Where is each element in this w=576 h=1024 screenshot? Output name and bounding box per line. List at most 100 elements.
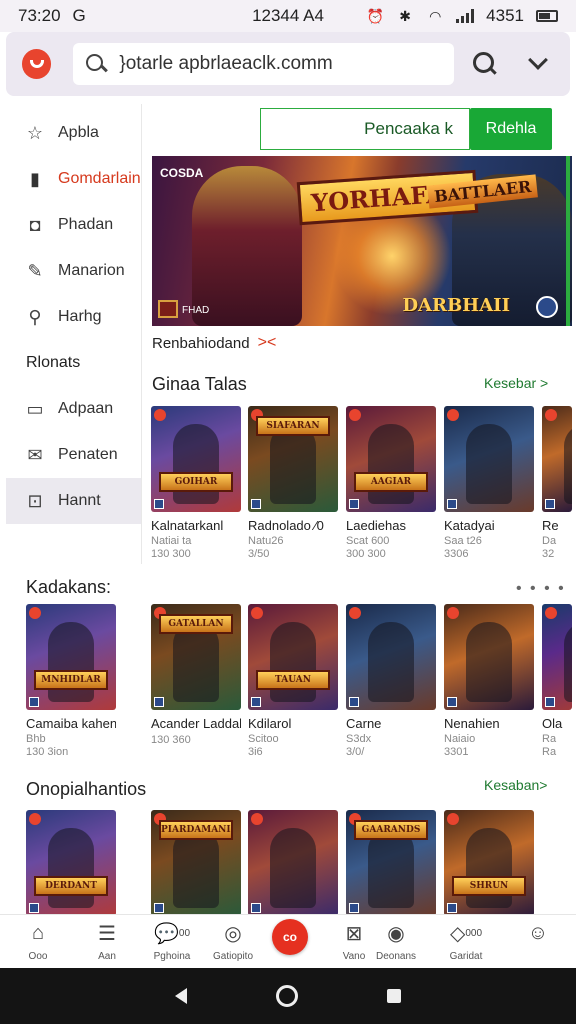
banner-logo-bottom: DARBHAII <box>402 295 510 316</box>
tag-icon: ⊡ <box>27 490 43 511</box>
banner-caption-text: Renbahiodand <box>152 334 250 352</box>
package-field[interactable]: Pencaaka k <box>260 108 470 150</box>
game-tile[interactable]: AAGIAR Laediehas Scat 600 300 300 <box>346 406 436 560</box>
publisher-badge-icon <box>447 409 459 421</box>
game-tile[interactable]: Nenahien Naiaio 3301 <box>444 604 534 758</box>
pen-icon: ✎ <box>27 260 43 281</box>
sidebar-item-hannt[interactable]: ⊡ Hannt <box>6 478 141 524</box>
sidebar-item-penaten[interactable]: ✉ Penaten <box>6 432 141 478</box>
folder-icon: ▮ <box>30 168 40 189</box>
game-tile[interactable]: GOIHAR Kalnatarkanl Natiai ta 130 300 <box>151 406 241 560</box>
sidebar-item-phadan[interactable]: ◘ Phadan <box>6 202 141 248</box>
recents-icon[interactable] <box>387 989 402 1003</box>
nav-item-profile[interactable]: ◉ Deonans <box>366 919 426 963</box>
game-title: Laediehas <box>346 518 406 533</box>
game-meta: Ra <box>542 746 557 758</box>
game-logo-plate: GOIHAR <box>159 472 233 492</box>
game-tile[interactable]: SHRUN <box>444 810 534 916</box>
rating-badge-icon <box>154 697 164 707</box>
game-thumbnail: GOIHAR <box>151 406 241 512</box>
browser-toolbar <box>6 32 570 96</box>
game-title: Kdilarol <box>248 716 292 731</box>
game-character-art <box>466 424 512 504</box>
game-tile[interactable]: Ola Ra Ra <box>542 604 572 758</box>
game-meta: 300 300 <box>346 548 386 560</box>
game-character-art <box>466 828 512 908</box>
game-subtitle: Scitoo <box>248 733 279 745</box>
game-subtitle: Natu26 <box>248 535 284 547</box>
sidebar-item-label: Gomdarlain <box>58 170 141 187</box>
more-dots-icon[interactable]: • • • • <box>516 580 566 598</box>
chat-icon: ▭ <box>26 398 44 419</box>
sidebar-item-manarion[interactable]: ✎ Manarion <box>6 248 141 294</box>
close-icon[interactable]: >< <box>258 334 277 352</box>
url-bar[interactable] <box>73 43 454 85</box>
alarm-icon: ⏰ <box>366 7 384 24</box>
game-tile[interactable]: TAUAN Kdilarol Scitoo 3i6 <box>248 604 338 758</box>
back-icon[interactable] <box>174 988 187 1004</box>
publisher-badge-icon <box>251 813 263 825</box>
install-button[interactable]: Rdehla <box>470 108 552 150</box>
nav-item-menu[interactable]: ☰ Aan <box>77 919 137 963</box>
nav-label: Deonans <box>375 951 417 962</box>
home-button-icon[interactable] <box>275 985 298 1007</box>
game-logo-plate: PIARDAMANIE <box>159 820 233 840</box>
game-tile[interactable]: GATALLAN Acander Laddahion 130 360 <box>151 604 241 746</box>
hero-banner[interactable]: COSDA YORHAFAR BATTLAER DARBHAII FHAD <box>152 156 572 326</box>
game-character-art <box>368 828 414 908</box>
search-button[interactable] <box>464 42 507 86</box>
game-tile[interactable]: Re Da 32 <box>542 406 572 560</box>
game-tile[interactable]: DERDANT <box>26 810 116 916</box>
sidebar-item-apbla[interactable]: ☆ Apbla <box>6 110 141 156</box>
game-title: Kalnatarkanl <box>151 518 224 533</box>
rating-badge-icon <box>545 697 555 707</box>
game-subtitle: Bhb <box>26 733 46 745</box>
game-tile[interactable]: SIAFARAN Radnolado ⁄0 Natu26 3/50 <box>248 406 338 560</box>
sidebar-item-gomdarlain[interactable]: ▮ Gomdarlain <box>6 156 141 202</box>
sidebar-item-adpaan[interactable]: ▭ Adpaan <box>6 386 141 432</box>
game-meta: 32 <box>542 548 555 560</box>
publisher-badge-icon <box>349 607 361 619</box>
sidebar-item-harhg[interactable]: ⚲ Harhg <box>6 294 141 340</box>
game-meta: 130 300 <box>151 548 191 560</box>
menu-icon: ☰ <box>98 922 116 945</box>
nav-item-home[interactable]: ⌂ Ooo <box>8 919 68 963</box>
game-thumbnail: SIAFARAN <box>248 406 338 512</box>
see-more-popular[interactable]: Kesaban> <box>484 777 547 793</box>
game-tile[interactable] <box>248 810 338 916</box>
rating-badge-icon <box>349 697 359 707</box>
banner-hero-left <box>192 166 302 326</box>
game-logo-plate: SIAFARAN <box>256 416 330 436</box>
nav-label: Aan <box>98 951 116 962</box>
game-thumbnail: TAUAN <box>248 604 338 710</box>
game-character-art <box>368 622 414 702</box>
center-action-button[interactable]: co <box>272 919 308 955</box>
game-tile[interactable]: MNHIDLAR Camaiba kahent Bhb 130 3ion <box>26 604 116 758</box>
app-logo[interactable] <box>22 49 52 79</box>
game-title: Nenahien <box>444 716 500 731</box>
nav-item-explore[interactable]: ◎ Gatiopito <box>203 919 263 963</box>
game-meta: 130 3ion <box>26 746 69 758</box>
status-time: 73:20 <box>18 6 61 25</box>
see-more-games[interactable]: Kesebar > <box>484 375 548 391</box>
nav-item-tags[interactable]: ◇ 000 Garidat <box>436 919 496 963</box>
battery-text: 4351 <box>486 6 524 25</box>
game-tile[interactable]: Carne S3dx 3/0/ <box>346 604 436 758</box>
dropdown-button[interactable] <box>517 42 560 86</box>
game-logo-plate: SHRUN <box>452 876 526 896</box>
nav-item-feedback[interactable]: ☺ <box>508 919 568 951</box>
game-thumbnail <box>542 406 572 512</box>
url-input[interactable] <box>119 53 440 75</box>
nav-item-chat[interactable]: 💬 00 Pghoina <box>142 919 202 963</box>
game-logo-plate: AAGIAR <box>354 472 428 492</box>
rating-badge-icon <box>349 499 359 509</box>
game-tile[interactable]: Katadyai Saa t26 3306 <box>444 406 534 560</box>
sidebar-item-label: Apbla <box>58 124 99 141</box>
game-tile[interactable]: PIARDAMANIE <box>151 810 241 916</box>
game-logo-plate: GATALLAN <box>159 614 233 634</box>
rating-badge-icon <box>447 499 457 509</box>
publisher-badge-icon <box>545 607 557 619</box>
publisher-badge-icon <box>545 409 557 421</box>
user-icon: ◉ <box>387 922 405 945</box>
game-tile[interactable]: GAARANDS <box>346 810 436 916</box>
